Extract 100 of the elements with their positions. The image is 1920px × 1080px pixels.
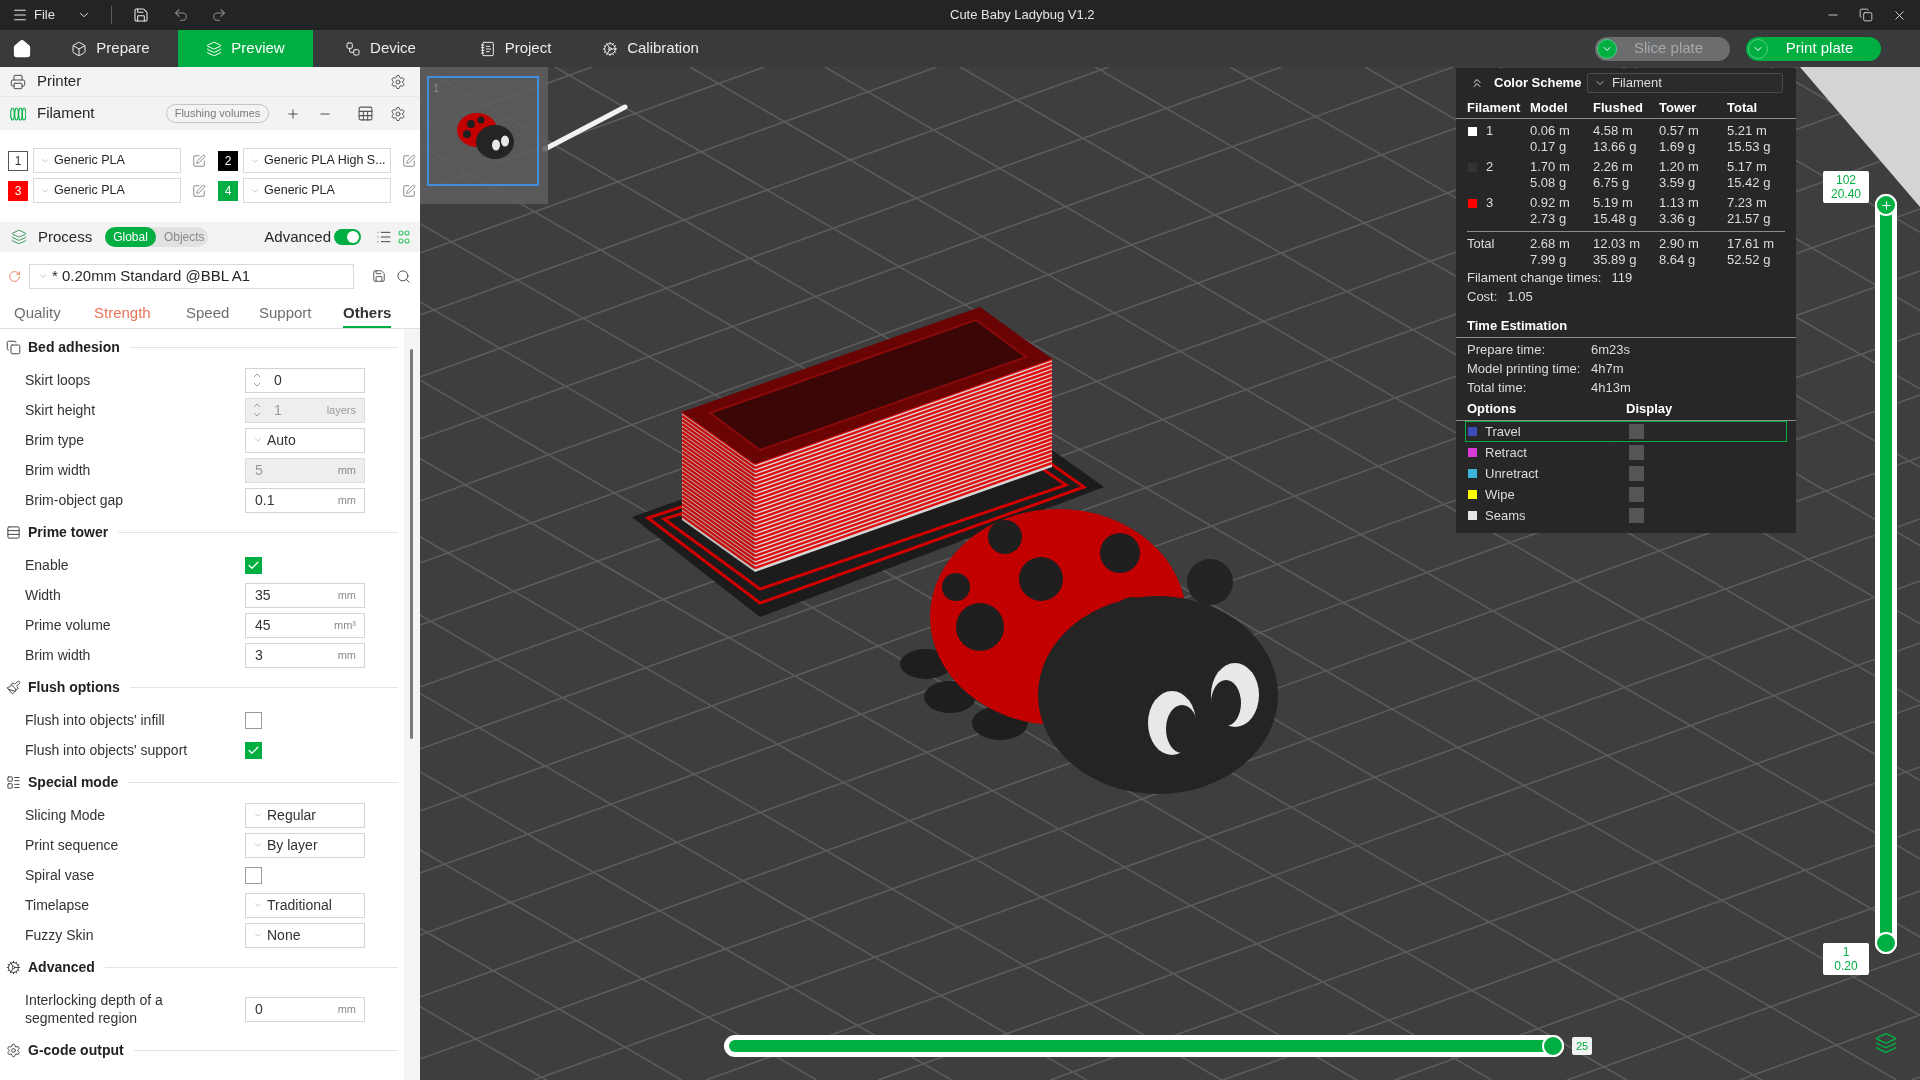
layer-slider-track[interactable]	[1875, 194, 1897, 954]
legend-option-row[interactable]: Unretract	[1465, 463, 1787, 484]
move-slider-track[interactable]	[724, 1035, 1564, 1057]
settings-tab[interactable]: Quality	[14, 300, 61, 328]
input-field[interactable]: 0 mm	[245, 996, 365, 1022]
input-field[interactable]: 0.1 mm	[245, 487, 365, 513]
checkbox[interactable]	[245, 741, 262, 759]
caret-icon	[1748, 38, 1768, 59]
checkbox[interactable]	[245, 711, 262, 729]
line-type-label: Travel	[1485, 423, 1521, 439]
file-menu-button[interactable]: File	[10, 3, 57, 27]
settings-tab[interactable]: Others	[343, 300, 392, 328]
dropdown[interactable]: By layer	[245, 832, 365, 858]
legend-option-row[interactable]: Seams	[1465, 505, 1787, 526]
dropdown[interactable]: Auto	[245, 427, 365, 453]
input-field[interactable]: 35 mm	[245, 582, 365, 608]
redo-icon[interactable]	[210, 7, 227, 23]
usage-value: 3.36 g	[1659, 211, 1696, 227]
material-dropdown[interactable]: Generic PLA	[33, 178, 181, 203]
scrollbar[interactable]	[410, 349, 413, 739]
move-label: 25	[1572, 1037, 1593, 1055]
slot-number-tile[interactable]: 1	[8, 150, 28, 171]
usage-value: 35.89 g	[1593, 252, 1637, 268]
edit-icon[interactable]	[402, 183, 416, 198]
tab[interactable]: Prepare	[43, 30, 178, 67]
stepper-arrows-icon[interactable]	[253, 372, 261, 388]
dropdown[interactable]: Regular	[245, 802, 365, 828]
layers-icon	[206, 40, 223, 57]
nodes-icon[interactable]	[398, 230, 410, 244]
preset-dropdown[interactable]: * 0.20mm Standard @BBL A1	[29, 263, 354, 289]
column-header: Display	[1626, 400, 1673, 418]
display-checkbox[interactable]	[1629, 445, 1644, 460]
checkbox[interactable]	[245, 556, 262, 574]
save-icon[interactable]	[132, 7, 149, 23]
collapse-icon[interactable]	[1470, 76, 1484, 90]
legend-option-row[interactable]: Travel	[1465, 421, 1787, 442]
tab[interactable]: Calibration	[583, 30, 718, 67]
line-type-label: Wipe	[1485, 486, 1515, 502]
edit-icon[interactable]	[192, 153, 206, 168]
section-title: Flush options	[28, 678, 120, 697]
workflow-icon	[345, 40, 362, 57]
add-icon[interactable]	[286, 106, 300, 121]
time-label: Prepare time:	[1467, 341, 1546, 359]
search-icon[interactable]	[396, 268, 411, 284]
usage-value: 5.17 m	[1727, 159, 1767, 175]
cog-icon	[602, 40, 619, 57]
usage-value: 52.52 g	[1727, 252, 1771, 268]
usage-value: 0.57 m	[1659, 123, 1699, 139]
home-icon[interactable]	[11, 38, 32, 59]
checkbox[interactable]	[245, 866, 262, 884]
color-scheme-dropdown[interactable]: Filament	[1587, 73, 1783, 93]
section-title: Advanced	[28, 958, 95, 977]
slot-number-tile[interactable]: 2	[218, 150, 238, 171]
usage-value: 0.17 g	[1530, 139, 1567, 155]
edit-icon[interactable]	[192, 183, 206, 198]
section-title: Special mode	[28, 773, 119, 792]
filament-number: 3	[1486, 195, 1494, 211]
dropdown[interactable]: Traditional	[245, 892, 365, 918]
slider-thumb[interactable]	[1875, 932, 1897, 954]
list-icon[interactable]	[376, 229, 392, 245]
settings-tab[interactable]: Speed	[186, 300, 230, 328]
layer-height: 0.20	[1834, 959, 1858, 973]
display-checkbox[interactable]	[1629, 487, 1644, 502]
spools-icon	[10, 106, 26, 121]
section-title: Time Estimation	[1467, 316, 1568, 335]
material-dropdown[interactable]: Generic PLA	[243, 178, 391, 203]
advanced-toggle[interactable]	[334, 229, 361, 245]
option-label: Skirt height	[25, 401, 96, 419]
slider-thumb[interactable]	[1875, 194, 1897, 216]
caret-icon	[253, 435, 263, 445]
slot-number-tile[interactable]: 3	[8, 180, 28, 201]
display-checkbox[interactable]	[1629, 424, 1644, 439]
reset-icon[interactable]	[8, 269, 21, 283]
tab[interactable]: Project	[448, 30, 583, 67]
input-field[interactable]: 3 mm	[245, 642, 365, 668]
display-checkbox[interactable]	[1629, 508, 1644, 523]
spin-field[interactable]: 0	[245, 367, 365, 393]
restore-icon[interactable]	[1859, 8, 1873, 22]
material-dropdown[interactable]: Generic PLA	[33, 148, 181, 173]
input-field[interactable]: 45 mm³	[245, 612, 365, 638]
column-header: Model	[1530, 99, 1568, 118]
save-icon[interactable]	[372, 269, 386, 283]
table-icon[interactable]	[357, 105, 374, 122]
display-checkbox[interactable]	[1629, 466, 1644, 481]
edit-icon[interactable]	[402, 153, 416, 168]
dropdown[interactable]: None	[245, 922, 365, 948]
tab[interactable]: Device	[313, 30, 448, 67]
slider-thumb[interactable]	[1542, 1035, 1564, 1057]
usage-value: 2.90 m	[1659, 236, 1699, 252]
usage-value: 2.26 m	[1593, 159, 1633, 175]
legend-option-row[interactable]: Wipe	[1465, 484, 1787, 505]
undo-icon[interactable]	[172, 7, 189, 23]
panel-title: Printer	[37, 71, 82, 92]
layers-icon[interactable]	[1875, 1032, 1897, 1054]
settings-tab[interactable]: Support	[259, 300, 312, 328]
legend-option-row[interactable]: Retract	[1465, 442, 1787, 463]
material-dropdown[interactable]: Generic PLA High S...	[243, 148, 391, 173]
section-title: G-code output	[28, 1041, 124, 1060]
settings-icon[interactable]	[390, 105, 406, 122]
settings-icon[interactable]	[390, 73, 406, 90]
